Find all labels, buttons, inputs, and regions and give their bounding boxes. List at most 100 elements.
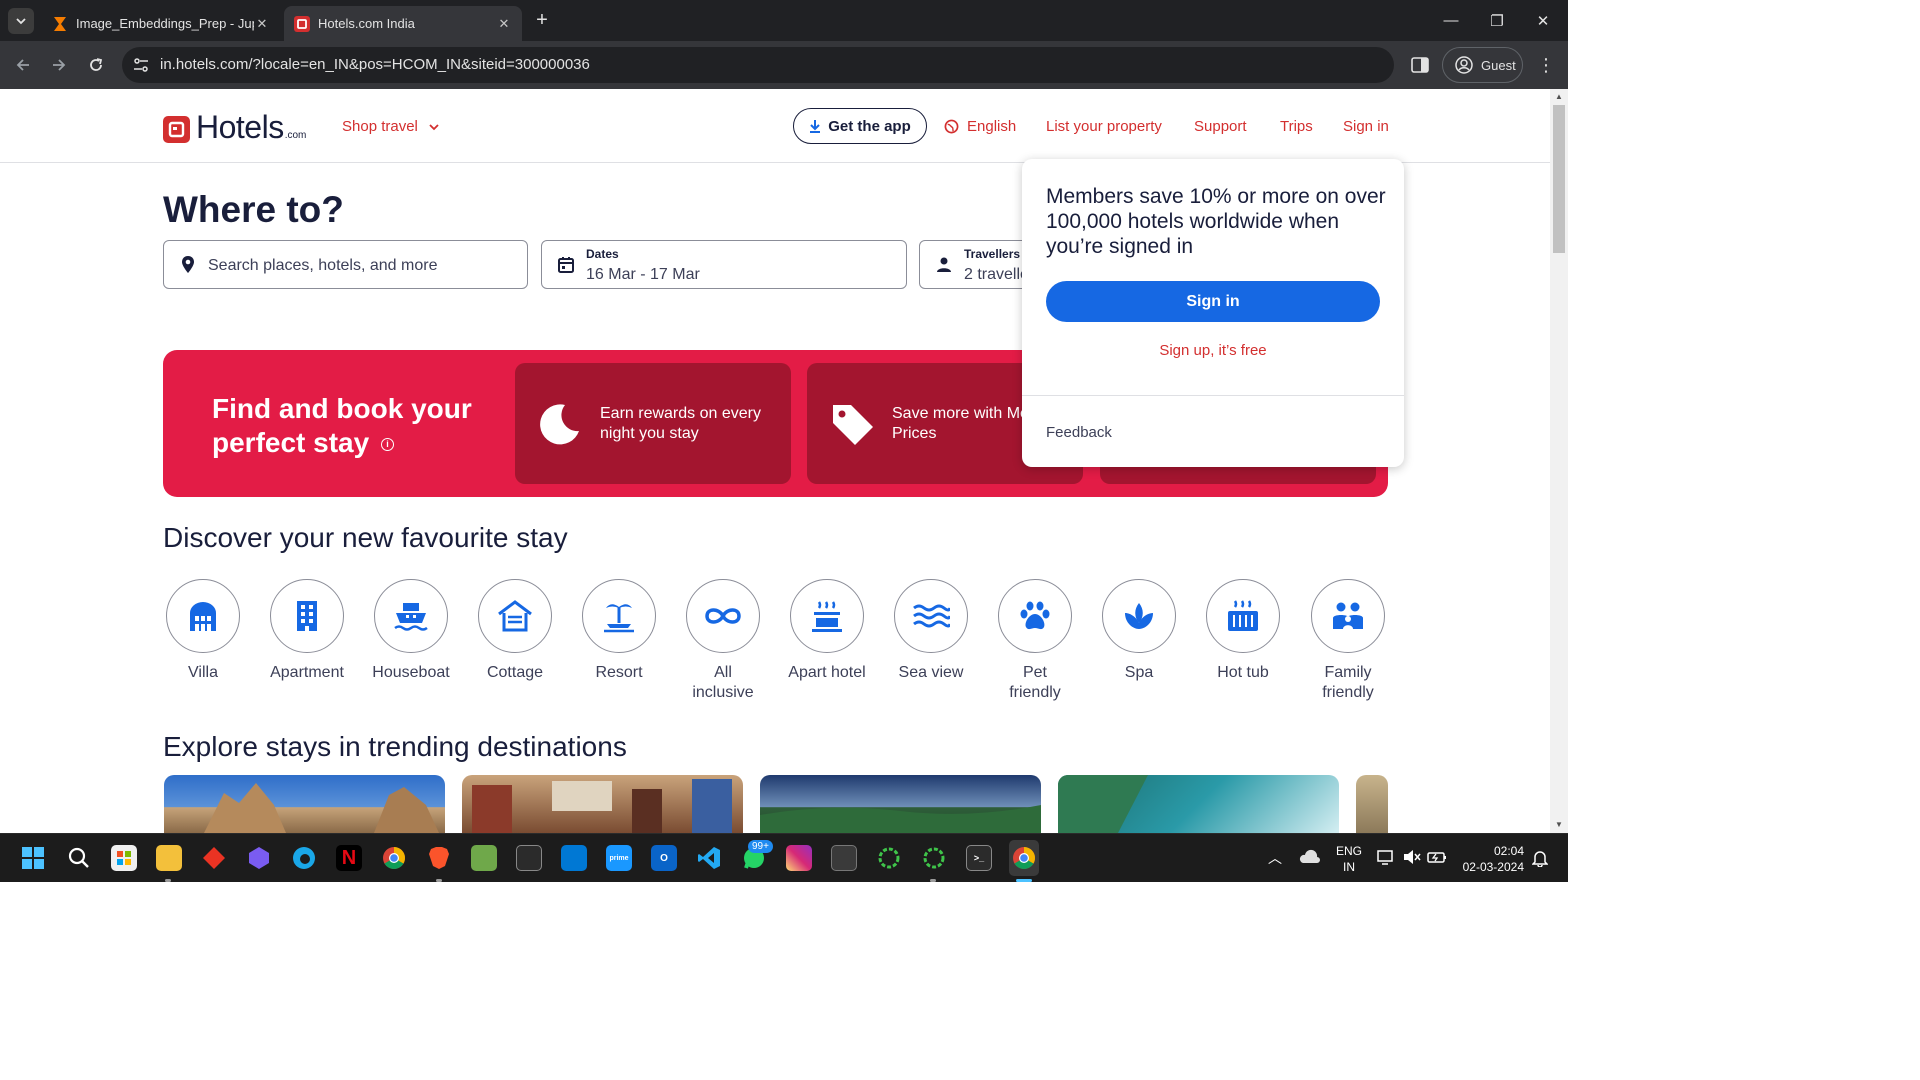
feedback-link[interactable]: Feedback [1046,424,1112,441]
app-ring-icon[interactable] [876,845,902,871]
rewards-card[interactable]: Earn rewards on every night you stay [515,363,791,484]
destination-card-2[interactable] [462,775,743,833]
destination-card-4[interactable] [1058,775,1339,833]
stay-type-label: Hot tub [1217,664,1269,681]
reload-icon[interactable] [83,52,109,78]
restore-button[interactable]: ❐ [1474,0,1520,41]
volume-muted-icon[interactable] [1403,849,1421,868]
store-icon[interactable] [111,845,137,871]
chrome-icon[interactable] [381,845,407,871]
destination-field[interactable]: Search places, hotels, and more [163,240,528,289]
tab-search-button[interactable] [8,8,34,34]
stay-type-all-inclusive[interactable]: All inclusive [683,579,763,703]
calendar-icon [558,257,574,273]
stay-type-pet-friendly[interactable]: Pet friendly [995,579,1075,703]
stay-type-cottage[interactable]: Cottage [475,579,555,683]
page-scrollbar[interactable]: ▲ ▼ [1550,89,1568,833]
windows-start-icon[interactable] [20,845,46,871]
villa-icon [190,602,216,631]
scrollbar-thumb[interactable] [1553,105,1565,253]
browser-tab-jupyter[interactable]: Image_Embeddings_Prep - Jupy ✕ [42,6,280,41]
shop-travel-menu[interactable]: Shop travel [342,118,440,135]
prime-video-icon[interactable]: prime [606,845,632,871]
stay-type-spa[interactable]: Spa [1099,579,1179,683]
onedrive-icon[interactable] [1298,848,1320,867]
stay-type-apart-hotel[interactable]: Apart hotel [787,579,867,683]
close-icon[interactable]: ✕ [254,16,270,32]
stay-type-villa[interactable]: Villa [163,579,243,683]
tab-title: Image_Embeddings_Prep - Jupy [76,16,254,31]
stay-type-hot-tub[interactable]: Hot tub [1203,579,1283,683]
profile-button[interactable]: Guest [1442,47,1523,83]
info-icon[interactable]: i [380,438,394,452]
windows-taskbar: N prime O 99+ >_ ︿ ENG IN 02:04 02-03-20… [0,833,1568,882]
back-icon[interactable] [10,52,36,78]
hotels-logo[interactable]: Hotels .com [163,111,306,143]
app-diamond-icon[interactable] [201,845,227,871]
browser-toolbar: in.hotels.com/?locale=en_IN&pos=HCOM_IN&… [0,41,1568,89]
scroll-down-icon[interactable]: ▼ [1554,820,1564,830]
terminal-icon[interactable] [516,845,542,871]
file-explorer-icon[interactable] [156,845,182,871]
stay-type-apartment[interactable]: Apartment [267,579,347,683]
destination-card-1[interactable] [164,775,445,833]
list-property-link[interactable]: List your property [1046,118,1162,135]
stay-type-label: Houseboat [372,664,450,681]
sign-up-link[interactable]: Sign up, it’s free [1022,342,1404,359]
sea-view-icon [913,604,950,628]
site-header: Hotels .com Shop travel Get the app Engl… [0,89,1550,163]
more-menu-icon[interactable]: ⋮ [1536,53,1556,77]
new-tab-button[interactable]: + [530,8,554,32]
sign-in-link[interactable]: Sign in [1343,118,1389,135]
battery-icon[interactable] [1427,849,1447,868]
minimize-button[interactable]: — [1428,0,1474,41]
moon-icon [540,404,579,445]
address-bar[interactable]: in.hotels.com/?locale=en_IN&pos=HCOM_IN&… [122,47,1394,83]
destination-image [472,779,732,833]
instagram-icon[interactable] [786,845,812,871]
edge-icon[interactable] [291,845,317,871]
language-selector[interactable]: English [944,118,1016,135]
globe-icon [944,119,959,134]
destination-card-3[interactable] [760,775,1041,833]
browser-tab-hotels[interactable]: Hotels.com India ✕ [284,6,522,41]
chrome-active-icon[interactable] [1009,840,1039,876]
netflix-icon[interactable]: N [336,845,362,871]
vscode-icon[interactable] [696,845,722,871]
outlook-icon[interactable]: O [651,845,677,871]
app-window-icon[interactable] [831,845,857,871]
app-hexagon-icon[interactable] [246,845,272,871]
popup-sign-in-button[interactable]: Sign in [1046,281,1380,322]
web-page: Hotels .com Shop travel Get the app Engl… [0,89,1550,833]
side-panel-icon[interactable] [1410,55,1430,75]
close-window-button[interactable]: ✕ [1520,0,1566,41]
destination-card-5[interactable] [1356,775,1388,833]
stay-type-houseboat[interactable]: Houseboat [371,579,451,683]
discover-heading: Discover your new favourite stay [163,522,568,553]
clock[interactable]: 02:04 02-03-2024 [1458,843,1524,875]
dates-field[interactable]: Dates 16 Mar - 17 Mar [541,240,907,289]
network-icon[interactable] [1377,849,1395,868]
tray-overflow-icon[interactable]: ︿ [1268,848,1282,868]
site-settings-icon[interactable] [132,56,150,74]
scroll-up-icon[interactable]: ▲ [1554,92,1564,102]
stay-type-family-friendly[interactable]: Family friendly [1308,579,1388,703]
apartment-icon [297,601,317,631]
app-blue-icon[interactable] [561,845,587,871]
support-link[interactable]: Support [1194,118,1247,135]
cmd-icon[interactable]: >_ [966,845,992,871]
input-language[interactable]: ENG IN [1336,843,1362,875]
get-the-app-button[interactable]: Get the app [793,108,927,144]
signin-popup-message: Members save 10% or more on over 100,000… [1046,185,1386,258]
trips-link[interactable]: Trips [1280,118,1313,135]
stay-type-sea-view[interactable]: Sea view [891,579,971,683]
search-icon[interactable] [66,845,92,871]
close-icon[interactable]: ✕ [496,16,512,32]
notification-bell-icon[interactable] [1531,849,1549,870]
forward-icon[interactable] [46,52,72,78]
app-ring-icon-2[interactable] [921,845,947,871]
apart-hotel-icon [812,601,842,632]
image-viewer-icon[interactable] [471,845,497,871]
stay-type-resort[interactable]: Resort [579,579,659,683]
brave-icon[interactable] [426,845,452,871]
